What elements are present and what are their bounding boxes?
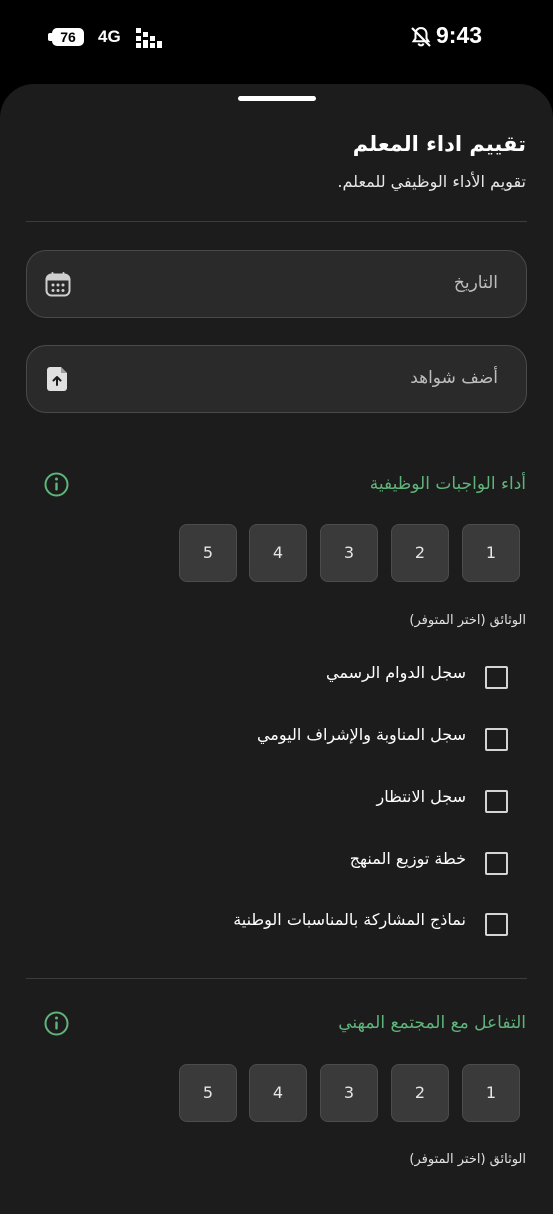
checkbox-item[interactable]: سجل الانتظار xyxy=(0,787,553,817)
checkbox-item[interactable]: خطة توزيع المنهج xyxy=(0,849,553,879)
checkbox[interactable] xyxy=(485,852,508,875)
form-subtitle: تقويم الأداء الوظيفي للمعلم. xyxy=(337,172,526,191)
rating-button-4[interactable]: 4 xyxy=(249,1064,307,1122)
signal-icon xyxy=(136,28,162,48)
info-icon[interactable] xyxy=(44,1011,69,1036)
calendar-icon xyxy=(45,272,71,297)
checkbox-item[interactable]: سجل المناوبة والإشراف اليومي xyxy=(0,725,553,755)
divider xyxy=(26,221,527,222)
documents-label: الوثائق (اختر المتوفر) xyxy=(409,613,526,628)
section-title-job-duties: أداء الواجبات الوظيفية xyxy=(369,474,526,494)
battery-indicator: 76 xyxy=(52,28,84,46)
info-icon[interactable] xyxy=(44,472,69,497)
mute-bell-icon xyxy=(411,26,431,47)
rating-button-4[interactable]: 4 xyxy=(249,524,307,582)
checkbox[interactable] xyxy=(485,913,508,936)
rating-button-3[interactable]: 3 xyxy=(320,524,378,582)
rating-button-3[interactable]: 3 xyxy=(320,1064,378,1122)
clock: 9:43 xyxy=(436,22,483,48)
checkbox-label: سجل الدوام الرسمي xyxy=(326,663,466,682)
checkbox-label: نماذج المشاركة بالمناسبات الوطنية xyxy=(233,910,466,929)
add-evidence-field[interactable]: أضف شواهد xyxy=(26,345,527,413)
documents-label: الوثائق (اختر المتوفر) xyxy=(409,1152,526,1167)
status-bar: 76 4G 9:43 xyxy=(0,0,553,80)
rating-button-1[interactable]: 1 xyxy=(462,524,520,582)
rating-button-2[interactable]: 2 xyxy=(391,1064,449,1122)
evidence-placeholder: أضف شواهد xyxy=(410,368,498,388)
file-upload-icon xyxy=(47,367,67,391)
network-type: 4G xyxy=(98,27,121,46)
rating-button-2[interactable]: 2 xyxy=(391,524,449,582)
form-title: تقييم اداء المعلم xyxy=(352,132,526,156)
drag-handle[interactable] xyxy=(238,96,316,101)
checkbox[interactable] xyxy=(485,728,508,751)
rating-button-5[interactable]: 5 xyxy=(179,524,237,582)
checkbox-item[interactable]: نماذج المشاركة بالمناسبات الوطنية xyxy=(0,910,553,940)
checkbox[interactable] xyxy=(485,666,508,689)
divider xyxy=(26,978,527,979)
section-title-professional-community: التفاعل مع المجتمع المهني xyxy=(338,1013,526,1033)
checkbox-item[interactable]: سجل الدوام الرسمي xyxy=(0,663,553,693)
form-sheet: تقييم اداء المعلم تقويم الأداء الوظيفي ل… xyxy=(0,84,553,1214)
checkbox-label: خطة توزيع المنهج xyxy=(349,849,466,868)
date-field[interactable]: التاريخ xyxy=(26,250,527,318)
rating-button-5[interactable]: 5 xyxy=(179,1064,237,1122)
checkbox-label: سجل الانتظار xyxy=(376,787,466,806)
date-placeholder: التاريخ xyxy=(453,273,498,293)
checkbox-label: سجل المناوبة والإشراف اليومي xyxy=(256,725,466,744)
checkbox[interactable] xyxy=(485,790,508,813)
rating-button-1[interactable]: 1 xyxy=(462,1064,520,1122)
